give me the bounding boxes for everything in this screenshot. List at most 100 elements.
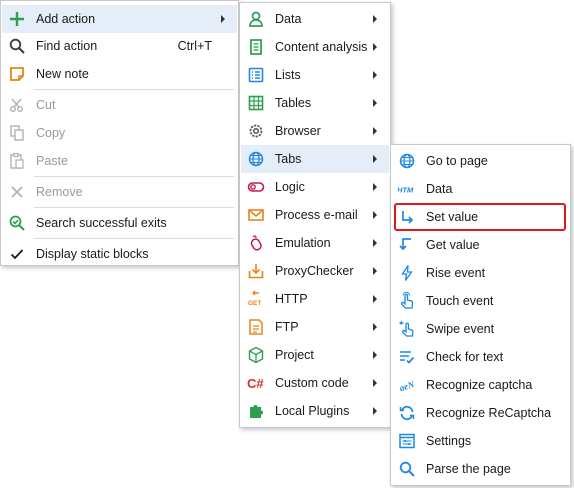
menu-item-label: Display static blocks	[36, 247, 149, 261]
menu-item-label: Custom code	[275, 376, 349, 390]
submenu-arrow-icon	[373, 407, 377, 415]
menu-item-label: Settings	[426, 434, 472, 448]
submenu-item-custom-code[interactable]: C# Custom code	[241, 369, 389, 397]
captcha-icon: aeN	[398, 376, 416, 394]
context-menu: Add action Find action Ctrl+T New note C…	[0, 0, 239, 266]
submenu-arrow-icon	[373, 211, 377, 219]
submenu-arrow-icon	[373, 99, 377, 107]
tabs-item-check-for-text[interactable]: Check for text	[392, 343, 569, 371]
submenu-item-proxychecker[interactable]: ProxyChecker	[241, 257, 389, 285]
submenu-item-process-email[interactable]: Process e-mail	[241, 201, 389, 229]
menu-item-label: Project	[275, 348, 314, 362]
plus-icon	[8, 10, 26, 28]
menu-item-label: Local Plugins	[275, 404, 350, 418]
submenu-item-tabs[interactable]: Tabs	[241, 145, 389, 173]
menu-item-label: HTTP	[275, 292, 308, 306]
menu-item-cut[interactable]: Cut	[2, 91, 237, 119]
menu-item-display-static-blocks[interactable]: Display static blocks	[2, 240, 237, 268]
menu-item-label: Add action	[36, 12, 96, 26]
submenu-arrow-icon	[373, 295, 377, 303]
menu-item-label: Recognize ReCaptcha	[426, 406, 552, 420]
menu-item-label: Check for text	[426, 350, 504, 364]
svg-text:C#: C#	[247, 376, 264, 391]
htm-icon-text: HTM	[398, 186, 414, 195]
tabs-item-touch-event[interactable]: Touch event	[392, 287, 569, 315]
menu-item-label: Process e-mail	[275, 208, 358, 222]
search-icon	[8, 37, 26, 55]
menu-item-label: Parse the page	[426, 462, 511, 476]
lightning-icon	[398, 264, 416, 282]
tabs-item-recognize-captcha[interactable]: aeN Recognize captcha	[392, 371, 569, 399]
menu-item-label: Logic	[275, 180, 305, 194]
puzzle-icon	[247, 402, 265, 420]
menu-item-label: Find action	[36, 39, 98, 53]
tabs-item-go-to-page[interactable]: Go to page	[392, 147, 569, 175]
submenu-item-data[interactable]: Data	[241, 5, 389, 33]
menu-item-label: Rise event	[426, 266, 486, 280]
cube-icon	[247, 346, 265, 364]
submenu-item-http[interactable]: GET HTTP	[241, 285, 389, 313]
menu-item-label: ProxyChecker	[275, 264, 354, 278]
menu-item-label: Cut	[36, 98, 56, 112]
mouse-icon	[247, 234, 265, 252]
menu-item-copy[interactable]: Copy	[2, 119, 237, 147]
get-value-arrow-icon	[398, 236, 416, 254]
tabs-item-settings[interactable]: Settings	[392, 427, 569, 455]
submenu-arrow-icon	[373, 239, 377, 247]
tabs-item-recognize-recaptcha[interactable]: Recognize ReCaptcha	[392, 399, 569, 427]
tabs-item-swipe-event[interactable]: Swipe event	[392, 315, 569, 343]
menu-item-label: Tabs	[275, 152, 302, 166]
person-icon	[247, 10, 265, 28]
separator	[34, 176, 234, 177]
gear-icon	[247, 122, 265, 140]
submenu-item-content-analysis[interactable]: Content analysis	[241, 33, 389, 61]
submenu-arrow-icon	[373, 71, 377, 79]
touch-hand-icon	[398, 292, 416, 310]
menu-item-label: Recognize captcha	[426, 378, 533, 392]
submenu-item-ftp[interactable]: FTP	[241, 313, 389, 341]
search-check-icon	[8, 214, 26, 232]
settings-window-icon	[398, 432, 416, 450]
menu-item-add-action[interactable]: Add action	[2, 5, 237, 33]
document-icon	[247, 38, 265, 56]
tabs-submenu: Go to page HTM Data Set value Get value …	[390, 144, 571, 486]
tabs-item-get-value[interactable]: Get value	[392, 231, 569, 259]
submenu-arrow-icon	[373, 155, 377, 163]
menu-item-label: Emulation	[275, 236, 331, 250]
menu-item-find-action[interactable]: Find action Ctrl+T	[2, 32, 237, 60]
menu-item-search-successful-exits[interactable]: Search successful exits	[2, 209, 237, 237]
tabs-item-data[interactable]: HTM Data	[392, 175, 569, 203]
submenu-arrow-icon	[373, 351, 377, 359]
menu-item-new-note[interactable]: New note	[2, 60, 237, 88]
menu-item-label: FTP	[275, 320, 299, 334]
submenu-item-logic[interactable]: Logic	[241, 173, 389, 201]
menu-item-remove[interactable]: Remove	[2, 178, 237, 206]
add-action-submenu: Data Content analysis Lists Tables Brows…	[239, 2, 391, 428]
submenu-item-project[interactable]: Project	[241, 341, 389, 369]
menu-item-paste[interactable]: Paste	[2, 147, 237, 175]
shortcut-label: Ctrl+T	[177, 39, 212, 53]
menu-item-label: Copy	[36, 126, 66, 140]
submenu-item-browser[interactable]: Browser	[241, 117, 389, 145]
list-icon	[247, 66, 265, 84]
submenu-item-lists[interactable]: Lists	[241, 61, 389, 89]
submenu-arrow-icon	[373, 267, 377, 275]
menu-item-label: Search successful exits	[36, 216, 167, 230]
http-get-icon: GET	[247, 290, 265, 308]
menu-item-label: Content analysis	[275, 40, 368, 54]
submenu-item-emulation[interactable]: Emulation	[241, 229, 389, 257]
submenu-item-local-plugins[interactable]: Local Plugins	[241, 397, 389, 425]
svg-text:GET: GET	[248, 300, 261, 307]
htm-icon: HTM	[398, 180, 416, 198]
tabs-item-parse-the-page[interactable]: Parse the page	[392, 455, 569, 483]
recaptcha-icon	[398, 404, 416, 422]
separator	[34, 89, 234, 90]
separator	[34, 207, 234, 208]
submenu-arrow-icon	[373, 43, 377, 51]
scissors-icon	[8, 96, 26, 114]
remove-icon	[8, 183, 26, 201]
menu-item-label: Go to page	[426, 154, 488, 168]
submenu-item-tables[interactable]: Tables	[241, 89, 389, 117]
table-icon	[247, 94, 265, 112]
tabs-item-rise-event[interactable]: Rise event	[392, 259, 569, 287]
